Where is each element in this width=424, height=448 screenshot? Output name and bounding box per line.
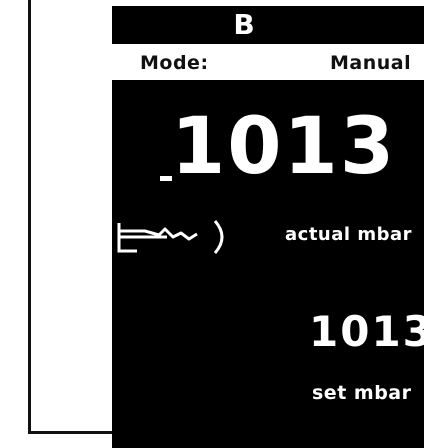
mode-row[interactable]: Mode: Manual	[112, 50, 424, 76]
setpoint-value[interactable]: 1013	[309, 307, 424, 357]
mode-value[interactable]: Manual	[330, 50, 411, 76]
device-frame-left	[28, 0, 31, 434]
device-screen: B Mode: Manual 1013 actual mbar 1013 set…	[112, 0, 424, 448]
actual-pressure-value: 1013	[171, 102, 397, 192]
header-title: B	[233, 8, 255, 41]
value-cursor-dash	[160, 176, 172, 181]
setpoint-label: set mbar	[312, 382, 412, 404]
bolt-arrow-icon	[117, 220, 224, 254]
mode-label: Mode:	[140, 52, 209, 74]
reading-panel: 1013 actual mbar 1013 set mbar	[112, 80, 424, 448]
actual-pressure-label: actual mbar	[285, 224, 412, 245]
header-bar: B	[112, 6, 424, 44]
